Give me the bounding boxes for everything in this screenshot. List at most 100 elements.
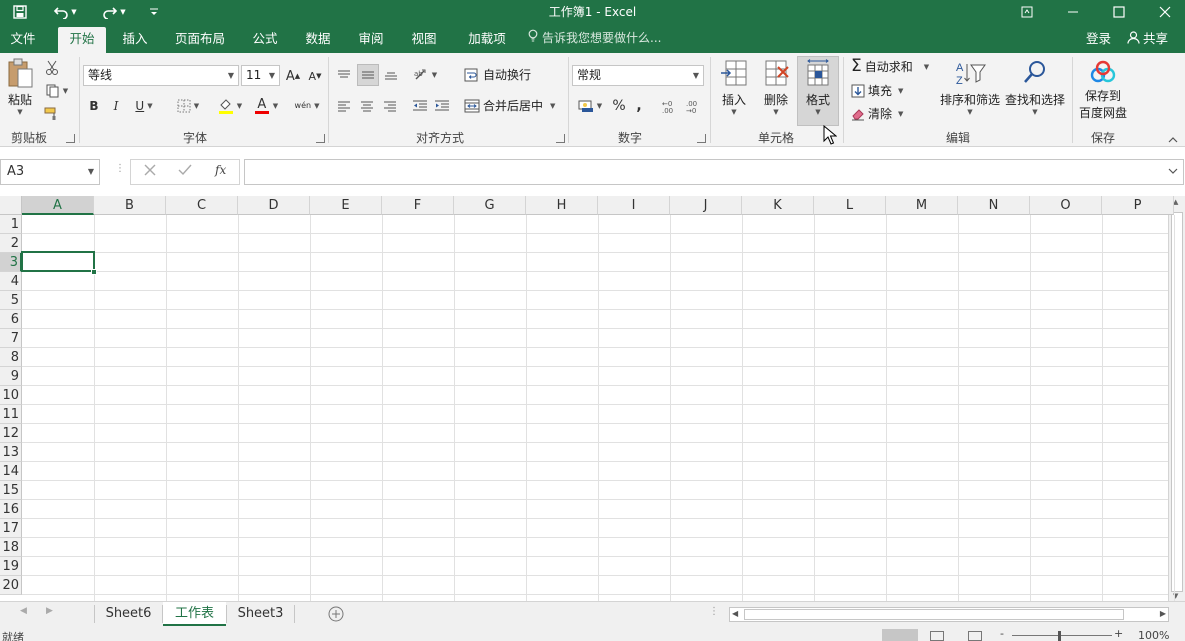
column-header-p[interactable]: P <box>1102 196 1174 215</box>
column-header-m[interactable]: M <box>886 196 958 215</box>
row-header-10[interactable]: 10 <box>0 386 22 405</box>
paste-button[interactable]: 粘贴 ▼ <box>3 57 37 116</box>
column-header-b[interactable]: B <box>94 196 166 215</box>
horizontal-scrollbar[interactable]: ◀ ▶ <box>729 607 1169 622</box>
tab-formulas[interactable]: 公式 <box>242 24 288 53</box>
collapse-ribbon-icon[interactable] <box>1165 129 1181 151</box>
tab-split-handle-icon[interactable]: ⋮ <box>709 606 719 617</box>
increase-decimal-icon[interactable]: ←0.00 <box>660 95 680 117</box>
column-header-c[interactable]: C <box>166 196 238 215</box>
ribbon-display-options-icon[interactable] <box>1004 0 1050 24</box>
cut-icon[interactable] <box>42 57 62 79</box>
vertical-scrollbar[interactable]: ▲ ▼ <box>1168 196 1185 601</box>
number-format-select[interactable]: 常规 ▼ <box>572 65 704 86</box>
row-header-12[interactable]: 12 <box>0 424 22 443</box>
find-select-button[interactable]: 查找和选择 ▼ <box>1003 59 1067 116</box>
next-sheet-icon[interactable]: ▶ <box>46 606 53 616</box>
align-center-icon[interactable] <box>357 95 377 117</box>
cancel-entry-icon[interactable] <box>143 163 157 180</box>
confirm-entry-icon[interactable] <box>178 163 192 180</box>
row-header-1[interactable]: 1 <box>0 215 22 234</box>
minimize-icon[interactable] <box>1050 0 1096 24</box>
worksheet-grid[interactable]: ▲ ▼ A B C D E F G H I J K L M N O P 1 2 3 4 5 6 7 8 9 10 11 12 13 14 1… <box>0 196 1185 601</box>
phonetic-button[interactable]: wén ▼ <box>292 95 322 117</box>
tab-file[interactable]: 文件 <box>0 24 46 53</box>
save-to-baidu-button[interactable]: 保存到 百度网盘 <box>1076 59 1130 121</box>
select-all-corner[interactable] <box>0 196 22 215</box>
fill-button[interactable]: 填充 ▼ <box>851 82 903 99</box>
row-header-15[interactable]: 15 <box>0 481 22 500</box>
align-right-icon[interactable] <box>380 95 400 117</box>
copy-icon[interactable]: ▼ <box>42 80 72 102</box>
format-cells-button[interactable]: 格式 ▼ <box>798 59 838 116</box>
zoom-out-icon[interactable]: - <box>1000 627 1004 640</box>
scroll-left-icon[interactable]: ◀ <box>732 609 738 618</box>
selected-cell[interactable] <box>21 251 95 272</box>
row-header-11[interactable]: 11 <box>0 405 22 424</box>
decrease-indent-icon[interactable] <box>410 95 430 117</box>
zoom-in-icon[interactable]: + <box>1114 627 1123 640</box>
tab-page-layout[interactable]: 页面布局 <box>166 24 234 53</box>
add-sheet-icon[interactable] <box>328 606 344 625</box>
increase-indent-icon[interactable] <box>432 95 452 117</box>
row-header-6[interactable]: 6 <box>0 310 22 329</box>
prev-sheet-icon[interactable]: ◀ <box>20 606 27 616</box>
row-header-20[interactable]: 20 <box>0 576 22 595</box>
align-left-icon[interactable] <box>334 95 354 117</box>
column-header-h[interactable]: H <box>526 196 598 215</box>
alignment-launcher-icon[interactable] <box>556 134 565 143</box>
borders-button[interactable]: ▼ <box>173 95 203 117</box>
tab-home[interactable]: 开始 <box>58 27 106 53</box>
insert-function-icon[interactable]: fx <box>215 163 226 177</box>
font-color-button[interactable]: A ▼ <box>250 95 282 117</box>
row-header-4[interactable]: 4 <box>0 272 22 291</box>
scroll-right-icon[interactable]: ▶ <box>1160 609 1166 618</box>
page-layout-view-icon[interactable] <box>930 631 944 641</box>
tab-addins[interactable]: 加载项 <box>456 24 518 53</box>
column-header-i[interactable]: I <box>598 196 670 215</box>
name-box[interactable]: A3 ▼ <box>0 159 100 185</box>
column-header-f[interactable]: F <box>382 196 454 215</box>
tell-me-box[interactable]: 告诉我您想要做什么... <box>528 24 661 53</box>
row-header-18[interactable]: 18 <box>0 538 22 557</box>
column-header-e[interactable]: E <box>310 196 382 215</box>
row-header-13[interactable]: 13 <box>0 443 22 462</box>
underline-button[interactable]: U ▼ <box>130 95 158 117</box>
zoom-slider[interactable] <box>1012 635 1112 636</box>
row-header-17[interactable]: 17 <box>0 519 22 538</box>
row-header-14[interactable]: 14 <box>0 462 22 481</box>
share-button[interactable]: 共享 <box>1127 24 1168 54</box>
row-header-8[interactable]: 8 <box>0 348 22 367</box>
row-header-7[interactable]: 7 <box>0 329 22 348</box>
column-header-o[interactable]: O <box>1030 196 1102 215</box>
font-size-select[interactable]: 11 ▼ <box>241 65 280 86</box>
column-header-g[interactable]: G <box>454 196 526 215</box>
clear-button[interactable]: 清除 ▼ <box>851 105 903 122</box>
maximize-icon[interactable] <box>1096 0 1142 24</box>
decrease-font-button[interactable]: A ▼ <box>306 65 324 87</box>
row-header-9[interactable]: 9 <box>0 367 22 386</box>
accounting-format-button[interactable]: ▼ <box>574 95 606 117</box>
increase-font-button[interactable]: A ▲ <box>284 65 302 87</box>
row-header-16[interactable]: 16 <box>0 500 22 519</box>
decrease-decimal-icon[interactable]: .00 →0 <box>684 95 704 117</box>
sort-filter-button[interactable]: A Z 排序和筛选 ▼ <box>938 59 1002 116</box>
merge-center-button[interactable]: 合并后居中 ▼ <box>464 97 555 114</box>
page-break-view-icon[interactable] <box>968 631 982 641</box>
column-header-l[interactable]: L <box>814 196 886 215</box>
clipboard-launcher-icon[interactable] <box>66 134 75 143</box>
wrap-text-button[interactable]: 自动换行 <box>464 66 531 83</box>
formula-input[interactable] <box>244 159 1184 185</box>
sheet-tab-sheet6[interactable]: Sheet6 <box>95 602 162 626</box>
tab-review[interactable]: 审阅 <box>348 24 394 53</box>
percent-button[interactable]: % <box>610 95 628 117</box>
vertical-scroll-thumb[interactable] <box>1171 212 1183 592</box>
sheet-tab-sheet3[interactable]: Sheet3 <box>227 602 294 626</box>
horizontal-scroll-thumb[interactable] <box>744 609 1124 620</box>
fill-handle[interactable] <box>91 269 97 275</box>
number-launcher-icon[interactable] <box>697 134 706 143</box>
font-name-select[interactable]: 等线 ▼ <box>83 65 239 86</box>
insert-cells-button[interactable]: 插入 ▼ <box>714 59 754 116</box>
column-header-d[interactable]: D <box>238 196 310 215</box>
sheet-tab-worksheet[interactable]: 工作表 <box>163 602 226 626</box>
